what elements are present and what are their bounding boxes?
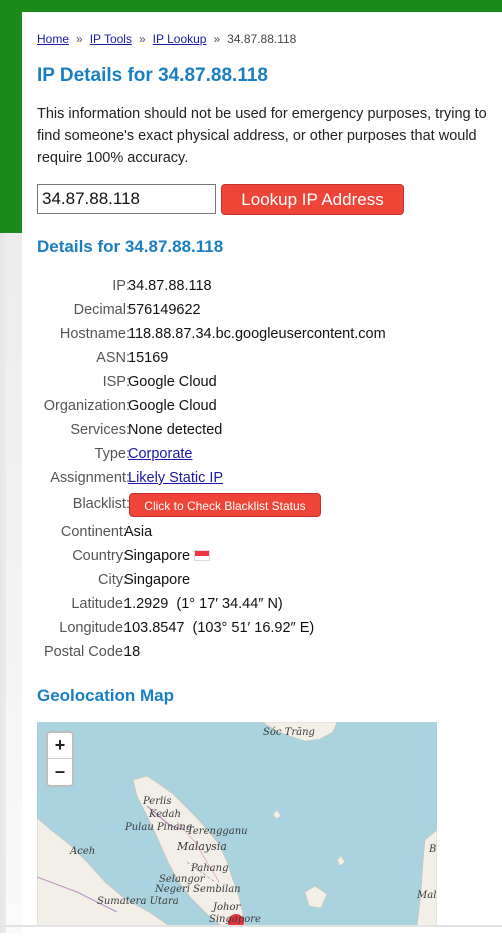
zoom-out-button[interactable]: – xyxy=(48,759,72,785)
map-label-malaysia: Malaysia xyxy=(177,840,227,853)
detail-value: 576149622 xyxy=(128,302,201,318)
detail-label: Blacklist: xyxy=(72,496,130,512)
zoom-in-button[interactable]: + xyxy=(48,733,72,759)
detail-label: City: xyxy=(98,572,127,588)
detail-value: Singapore xyxy=(124,572,191,588)
detail-row-assignment: Assignment: Likely Static IP xyxy=(32,466,502,490)
detail-value: Google Cloud xyxy=(128,374,217,390)
lookup-ip-button[interactable]: Lookup IP Address xyxy=(221,184,404,215)
detail-label: Assignment: xyxy=(50,470,130,486)
detail-label: Hostname: xyxy=(59,326,130,342)
detail-value: 1.2929 (1° 17′ 34.44″ N) xyxy=(124,596,283,612)
breadcrumb: Home» IP Tools» IP Lookup» 34.87.88.118 xyxy=(37,32,297,46)
detail-value: Singapore xyxy=(124,548,191,564)
detail-label: Organization: xyxy=(43,398,130,414)
detail-row-postal-code: Postal Code: 18 xyxy=(32,640,502,664)
detail-value: 15169 xyxy=(128,350,169,366)
left-green-bar xyxy=(0,0,22,233)
detail-value: 118.88.87.34.bc.googleusercontent.com xyxy=(128,326,386,342)
assignment-static-ip-link[interactable]: Likely Static IP xyxy=(128,470,223,486)
map-label-pulau-pinang: Pulau Pinang xyxy=(125,822,193,833)
detail-label: Type: xyxy=(94,446,130,462)
left-sidebar-shade xyxy=(0,233,22,933)
detail-row-country: Country: Singapore xyxy=(32,544,502,568)
detail-row-longitude: Longitude: 103.8547 (103° 51′ 16.92″ E) xyxy=(32,616,502,640)
breadcrumb-current: 34.87.88.118 xyxy=(227,32,297,46)
map-label-sumatera-utara: Sumatera Utara xyxy=(97,896,179,907)
detail-label: ASN: xyxy=(96,350,130,366)
map-label-singapore: Singapore xyxy=(209,914,261,925)
detail-row-city: City: Singapore xyxy=(32,568,502,592)
bottom-divider xyxy=(0,925,502,927)
map-label-negeri-sembilan: Negeri Sembilan xyxy=(155,884,241,895)
detail-label: Decimal: xyxy=(73,302,130,318)
breadcrumb-ip-lookup-link[interactable]: IP Lookup xyxy=(153,32,207,46)
top-green-bar xyxy=(0,0,502,12)
map-label-johor: Johor xyxy=(213,902,241,913)
detail-row-services: Services: None detected xyxy=(32,418,502,442)
map-label-aceh: Aceh xyxy=(70,846,96,857)
detail-row-ip: IP: 34.87.88.118 xyxy=(32,274,502,298)
map-label-perlis: Perlis xyxy=(143,796,172,807)
geolocation-map-title: Geolocation Map xyxy=(37,686,174,705)
detail-value: 34.87.88.118 xyxy=(128,278,212,294)
detail-value: Google Cloud xyxy=(128,398,217,414)
detail-label: Services: xyxy=(70,422,130,438)
detail-label: Latitude: xyxy=(71,596,127,612)
detail-row-hostname: Hostname: 118.88.87.34.bc.googleuserconte… xyxy=(32,322,502,346)
details-title: Details for 34.87.88.118 xyxy=(37,237,224,256)
detail-label: ISP: xyxy=(102,374,130,390)
detail-row-decimal: Decimal: 576149622 xyxy=(32,298,502,322)
map-label-soc-trang: Sóc Trăng xyxy=(263,727,315,738)
detail-value: None detected xyxy=(128,422,223,438)
map-label-pahang: Pahang xyxy=(191,863,229,874)
detail-label: Postal Code: xyxy=(43,644,127,660)
disclaimer-text: This information should not be used for … xyxy=(37,106,487,166)
breadcrumb-home-link[interactable]: Home xyxy=(37,32,69,46)
detail-label: Country: xyxy=(72,548,127,564)
detail-value: 103.8547 (103° 51′ 16.92″ E) xyxy=(124,620,315,636)
detail-value: Asia xyxy=(124,524,153,540)
detail-row-type: Type: Corporate xyxy=(32,442,502,466)
detail-value: 18 xyxy=(124,644,141,660)
page-title: IP Details for 34.87.88.118 xyxy=(37,65,268,86)
singapore-flag-icon xyxy=(194,550,211,561)
map-label-kedah: Kedah xyxy=(149,809,181,820)
detail-label: Longitude: xyxy=(59,620,127,636)
check-blacklist-button[interactable]: Click to Check Blacklist Status xyxy=(129,493,321,517)
ip-lookup-input[interactable] xyxy=(37,184,216,214)
geolocation-map[interactable]: + – Sóc Trăng Perlis Kedah Pulau Pinang … xyxy=(37,722,437,927)
detail-row-organization: Organization: Google Cloud xyxy=(32,394,502,418)
detail-label: Continent: xyxy=(60,524,127,540)
map-label-b-edge: B xyxy=(429,844,437,855)
type-corporate-link[interactable]: Corporate xyxy=(128,446,192,462)
detail-row-continent: Continent: Asia xyxy=(32,520,502,544)
detail-row-isp: ISP: Google Cloud xyxy=(32,370,502,394)
map-label-terengganu: Terengganu xyxy=(187,826,248,837)
map-label-mal-edge: Mal xyxy=(417,890,437,901)
detail-row-latitude: Latitude: 1.2929 (1° 17′ 34.44″ N) xyxy=(32,592,502,616)
details-list: IP: 34.87.88.118 Decimal: 576149622 Hostna… xyxy=(32,274,502,664)
breadcrumb-ip-tools-link[interactable]: IP Tools xyxy=(90,32,132,46)
detail-row-asn: ASN: 15169 xyxy=(32,346,502,370)
detail-row-blacklist: Blacklist: Click to Check Blacklist Statu… xyxy=(32,490,502,520)
map-zoom-control: + – xyxy=(46,731,74,787)
